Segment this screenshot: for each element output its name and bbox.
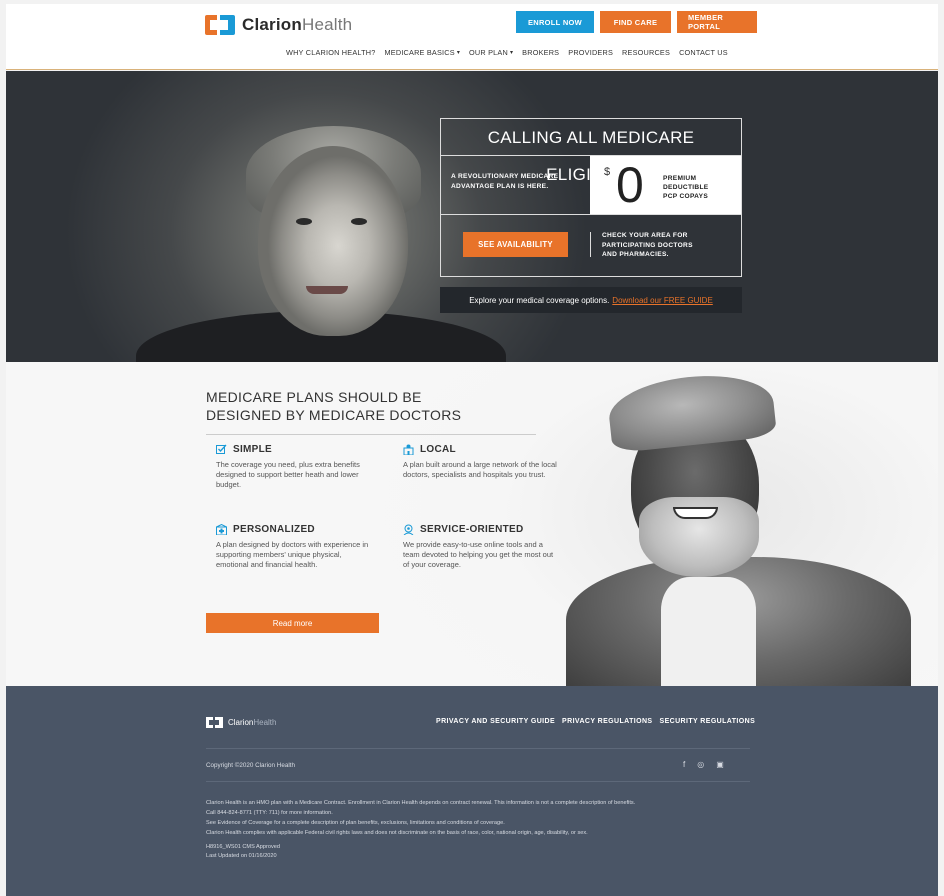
section-title: MEDICARE PLANS SHOULD BE DESIGNED BY MED… <box>206 389 462 423</box>
nav-resources[interactable]: RESOURCES <box>622 48 670 57</box>
promo-box: CALLING ALL MEDICARE ELIGIBLES A REVOLUT… <box>440 118 742 277</box>
checkbox-icon <box>216 444 227 455</box>
promo-title: CALLING ALL MEDICARE ELIGIBLES <box>441 119 741 184</box>
feature-personalized: PERSONALIZED A plan designed by doctors … <box>216 523 369 569</box>
nav-why-clarion[interactable]: WHY CLARION HEALTH? <box>286 48 376 57</box>
feature-local: LOCAL A plan built around a large networ… <box>403 444 557 479</box>
download-guide-link[interactable]: Download our FREE GUIDE <box>612 296 712 305</box>
zero-amount: 0 <box>616 157 644 213</box>
main-nav: WHY CLARION HEALTH? MEDICARE BASICS ▾ OUR… <box>286 48 728 57</box>
plan-announcement: A REVOLUTIONARY MEDICARE ADVANTAGE PLAN … <box>451 173 559 190</box>
zero-cost-panel: $ 0 PREMIUM DEDUCTIBLE PCP COPAYS <box>590 156 741 214</box>
member-portal-button[interactable]: MEMBER PORTAL <box>677 11 757 33</box>
clarion-health-logo[interactable]: ClarionHealth <box>205 11 352 39</box>
footer-divider <box>206 781 750 782</box>
zero-cost-list: PREMIUM DEDUCTIBLE PCP COPAYS <box>663 175 709 200</box>
logo-mark-icon <box>205 15 235 35</box>
nav-brokers[interactable]: BROKERS <box>522 48 559 57</box>
enroll-now-button[interactable]: ENROLL NOW <box>516 11 594 33</box>
nav-contact-us[interactable]: CONTACT US <box>679 48 728 57</box>
find-care-button[interactable]: FIND CARE <box>600 11 671 33</box>
logo-mark-icon <box>206 717 223 728</box>
nav-providers[interactable]: PROVIDERS <box>568 48 613 57</box>
caret-down-icon: ▾ <box>456 50 461 56</box>
feature-simple: SIMPLE The coverage you need, plus extra… <box>216 444 360 489</box>
copyright-text: Copyright ©2020 Clarion Health <box>206 762 295 769</box>
read-more-button[interactable]: Read more <box>206 613 379 633</box>
caret-down-icon: ▾ <box>509 50 514 56</box>
facebook-icon[interactable]: f <box>683 760 685 769</box>
check-area-text: CHECK YOUR AREA FOR PARTICIPATING DOCTOR… <box>602 232 693 258</box>
footer-divider <box>206 748 750 749</box>
footer-links: PRIVACY AND SECURITY GUIDE PRIVACY REGUL… <box>436 718 755 725</box>
privacy-security-guide-link[interactable]: PRIVACY AND SECURITY GUIDE <box>436 718 555 725</box>
see-availability-button[interactable]: SEE AVAILABILITY <box>463 232 568 257</box>
instagram-icon[interactable]: ◎ <box>697 760 704 769</box>
social-links: f ◎ ▣ <box>683 760 724 769</box>
legal-disclaimer: Clarion Health is an HMO plan with a Med… <box>206 800 636 836</box>
approval-info: H8916_WS01 CMS Approved Last Updated on … <box>206 844 281 859</box>
nav-our-plan[interactable]: OUR PLAN ▾ <box>469 48 513 57</box>
section-divider <box>206 434 536 435</box>
smiling-man-photo <box>561 368 921 686</box>
security-regulations-link[interactable]: SECURITY REGULATIONS <box>660 718 756 725</box>
nav-medicare-basics[interactable]: MEDICARE BASICS ▾ <box>385 48 461 57</box>
location-building-icon <box>403 444 414 456</box>
features-section: MEDICARE PLANS SHOULD BE DESIGNED BY MED… <box>6 362 938 686</box>
divider <box>590 232 591 257</box>
free-guide-bar: Explore your medical coverage options. D… <box>440 287 742 313</box>
feature-service-oriented: SERVICE-ORIENTED We provide easy-to-use … <box>403 524 554 569</box>
support-agent-icon <box>403 524 414 536</box>
privacy-regulations-link[interactable]: PRIVACY REGULATIONS <box>562 718 652 725</box>
site-footer: ClarionHealth PRIVACY AND SECURITY GUIDE… <box>6 686 938 896</box>
clinic-icon <box>216 523 227 536</box>
hero-banner: CALLING ALL MEDICARE ELIGIBLES A REVOLUT… <box>6 71 938 362</box>
site-header: ClarionHealth ENROLL NOW FIND CARE MEMBE… <box>6 4 938 70</box>
linkedin-icon[interactable]: ▣ <box>716 760 724 769</box>
footer-logo[interactable]: ClarionHealth <box>206 717 276 728</box>
